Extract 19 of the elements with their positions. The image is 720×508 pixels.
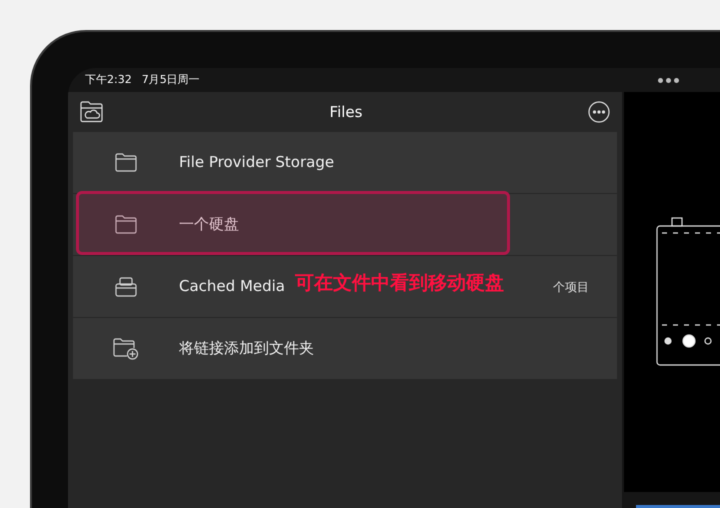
cloud-folder-icon[interactable] bbox=[80, 101, 104, 123]
item-label: File Provider Storage bbox=[179, 152, 334, 174]
drive-icon bbox=[115, 276, 137, 296]
multitask-dots-icon bbox=[658, 78, 679, 82]
item-label: 一个硬盘 bbox=[179, 214, 239, 236]
item-detail: 个项目 bbox=[553, 278, 589, 296]
file-list-item[interactable]: 将链接添加到文件夹 bbox=[73, 318, 617, 379]
status-date: 7月5日周一 bbox=[142, 72, 200, 88]
folder-add-icon bbox=[113, 338, 139, 360]
item-label: Cached Media bbox=[179, 276, 285, 298]
file-list-item[interactable]: 一个硬盘 bbox=[73, 194, 617, 255]
more-icon[interactable] bbox=[588, 101, 610, 123]
folder-icon bbox=[115, 215, 137, 234]
file-list-item[interactable]: File Provider Storage bbox=[73, 132, 617, 193]
status-time: 下午2:32 bbox=[85, 72, 132, 88]
folder-icon bbox=[115, 153, 137, 172]
item-label: 将链接添加到文件夹 bbox=[179, 338, 314, 360]
caption-overlay: 可在文件中看到移动硬盘 bbox=[295, 271, 504, 296]
nav-title: Files bbox=[330, 102, 362, 123]
